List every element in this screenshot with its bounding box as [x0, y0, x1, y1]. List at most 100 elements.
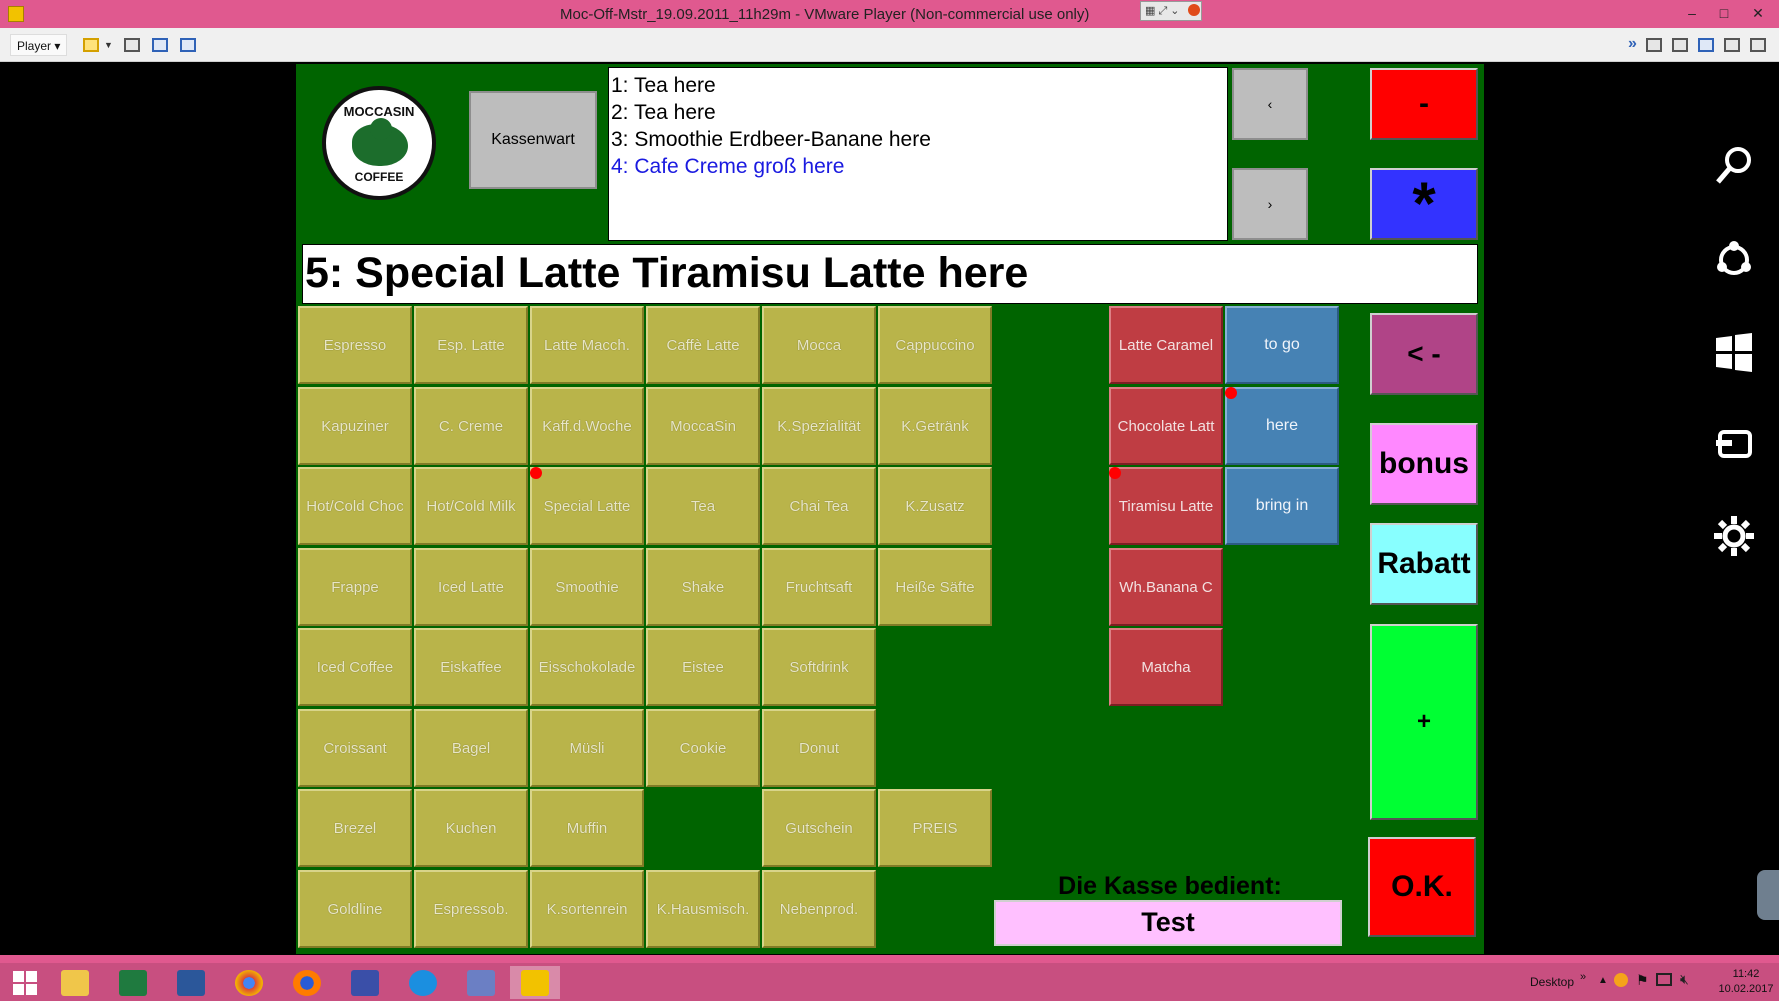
product-button[interactable]: Frappe — [298, 548, 412, 626]
modifier-button[interactable]: Wh.Banana C — [1109, 548, 1223, 626]
settings-icon[interactable] — [1710, 512, 1758, 560]
fullscreen-icon[interactable] — [180, 38, 196, 52]
devices-icon[interactable] — [1710, 420, 1758, 468]
order-line[interactable]: 2: Tea here — [611, 99, 1227, 126]
product-button[interactable]: Latte Macch. — [530, 306, 644, 384]
taskbar-app[interactable] — [50, 966, 100, 999]
desktop-toolbar-label[interactable]: Desktop — [1530, 975, 1574, 989]
star-button[interactable]: * — [1370, 168, 1478, 240]
ok-button[interactable]: O.K. — [1368, 837, 1476, 937]
order-list[interactable]: 1: Tea here 2: Tea here 3: Smoothie Erdb… — [608, 67, 1228, 241]
cashier-name[interactable]: Test — [994, 900, 1342, 946]
bonus-button[interactable]: bonus — [1370, 423, 1478, 505]
player-menu-button[interactable]: Player ▾ — [10, 34, 68, 56]
product-button[interactable]: Kuchen — [414, 789, 528, 867]
next-order-button[interactable]: › — [1232, 168, 1308, 240]
minimize-button[interactable]: – — [1676, 2, 1708, 24]
tray-app-icon[interactable] — [1614, 973, 1628, 987]
taskbar-app[interactable] — [398, 966, 448, 999]
product-button[interactable]: Fruchtsaft — [762, 548, 876, 626]
double-chevron-right-icon[interactable]: » — [1628, 35, 1637, 53]
order-line[interactable]: 3: Smoothie Erdbeer-Banane here — [611, 126, 1227, 153]
taskbar-app[interactable] — [166, 966, 216, 999]
network-icon[interactable] — [1698, 38, 1714, 52]
product-button[interactable]: Cookie — [646, 709, 760, 787]
rabatt-button[interactable]: Rabatt — [1370, 523, 1478, 605]
here-button[interactable]: here — [1225, 387, 1339, 465]
product-button[interactable]: Eiskaffee — [414, 628, 528, 706]
minus-button[interactable]: - — [1370, 68, 1478, 140]
send-ctrl-alt-del-icon[interactable] — [124, 38, 140, 52]
product-button[interactable]: Chai Tea — [762, 467, 876, 545]
maximize-button[interactable]: □ — [1708, 2, 1740, 24]
fit-guest-icon[interactable] — [152, 38, 168, 52]
network-tray-icon[interactable] — [1656, 973, 1672, 986]
modifier-button[interactable]: Latte Caramel — [1109, 306, 1223, 384]
product-button[interactable]: C. Creme — [414, 387, 528, 465]
kassenwart-button[interactable]: Kassenwart — [469, 91, 597, 189]
close-button[interactable]: ✕ — [1742, 2, 1774, 24]
clock[interactable]: 11:42 10.02.2017 — [1716, 967, 1776, 997]
tray-chevron-up-icon[interactable]: ▲ — [1598, 975, 1608, 986]
taskbar-app[interactable] — [282, 966, 332, 999]
product-button[interactable]: Iced Coffee — [298, 628, 412, 706]
product-button[interactable]: Special Latte — [530, 467, 644, 545]
product-button[interactable]: Espresso — [298, 306, 412, 384]
taskbar-app[interactable] — [456, 966, 506, 999]
window-title-bar[interactable]: Moc-Off-Mstr_19.09.2011_11h29m - VMware … — [0, 0, 1779, 28]
usb-device-icon[interactable] — [1750, 38, 1766, 52]
product-button[interactable]: Kapuziner — [298, 387, 412, 465]
product-button[interactable]: Hot/Cold Choc — [298, 467, 412, 545]
pause-icon[interactable] — [83, 38, 99, 52]
cd-drive-icon[interactable] — [1672, 38, 1688, 52]
windows-start-icon[interactable] — [1710, 328, 1758, 376]
product-button[interactable]: Caffè Latte — [646, 306, 760, 384]
start-button[interactable] — [0, 966, 50, 999]
to-go-button[interactable]: to go — [1225, 306, 1339, 384]
previous-order-button[interactable]: ‹ — [1232, 68, 1308, 140]
modifier-button[interactable]: Tiramisu Latte — [1109, 467, 1223, 545]
volume-muted-icon[interactable]: 🔇︎ — [1680, 971, 1689, 988]
product-button[interactable]: Smoothie — [530, 548, 644, 626]
product-button[interactable]: Muffin — [530, 789, 644, 867]
product-button[interactable]: Softdrink — [762, 628, 876, 706]
product-button[interactable]: Tea — [646, 467, 760, 545]
product-button[interactable]: K.Spezialität — [762, 387, 876, 465]
order-line[interactable]: 1: Tea here — [611, 72, 1227, 99]
product-button[interactable]: Donut — [762, 709, 876, 787]
double-chevron-icon[interactable]: » — [1580, 971, 1586, 983]
modifier-button[interactable]: Chocolate Latt — [1109, 387, 1223, 465]
taskbar-app[interactable] — [108, 966, 158, 999]
bring-in-button[interactable]: bring in — [1225, 467, 1339, 545]
product-button[interactable]: Hot/Cold Milk — [414, 467, 528, 545]
product-button[interactable]: Nebenprod. — [762, 870, 876, 948]
product-button[interactable]: Goldline — [298, 870, 412, 948]
product-button[interactable]: PREIS — [878, 789, 992, 867]
product-button[interactable]: MoccaSin — [646, 387, 760, 465]
product-button[interactable]: Gutschein — [762, 789, 876, 867]
plus-button[interactable]: + — [1370, 624, 1478, 820]
product-button[interactable]: Esp. Latte — [414, 306, 528, 384]
side-panel-handle[interactable] — [1757, 870, 1779, 920]
modifier-button[interactable]: Matcha — [1109, 628, 1223, 706]
product-button[interactable]: K.Hausmisch. — [646, 870, 760, 948]
chevron-down-icon[interactable]: ▼ — [104, 40, 113, 50]
product-button[interactable]: Kaff.d.Woche — [530, 387, 644, 465]
product-button[interactable]: Bagel — [414, 709, 528, 787]
product-button[interactable]: Eistee — [646, 628, 760, 706]
product-button[interactable]: Shake — [646, 548, 760, 626]
product-button[interactable]: Eisschokolade — [530, 628, 644, 706]
product-button[interactable]: Cappuccino — [878, 306, 992, 384]
product-button[interactable]: K.sortenrein — [530, 870, 644, 948]
backspace-button[interactable]: < - — [1370, 313, 1478, 395]
product-button[interactable]: Brezel — [298, 789, 412, 867]
product-button[interactable]: K.Zusatz — [878, 467, 992, 545]
product-button[interactable]: Müsli — [530, 709, 644, 787]
taskbar-app[interactable] — [224, 966, 274, 999]
product-button[interactable]: Espressob. — [414, 870, 528, 948]
printer-icon[interactable] — [1724, 38, 1740, 52]
taskbar-app-active[interactable] — [510, 966, 560, 999]
search-icon[interactable] — [1710, 142, 1758, 190]
flag-icon[interactable]: ⚑ — [1636, 972, 1649, 989]
hard-disk-icon[interactable] — [1646, 38, 1662, 52]
